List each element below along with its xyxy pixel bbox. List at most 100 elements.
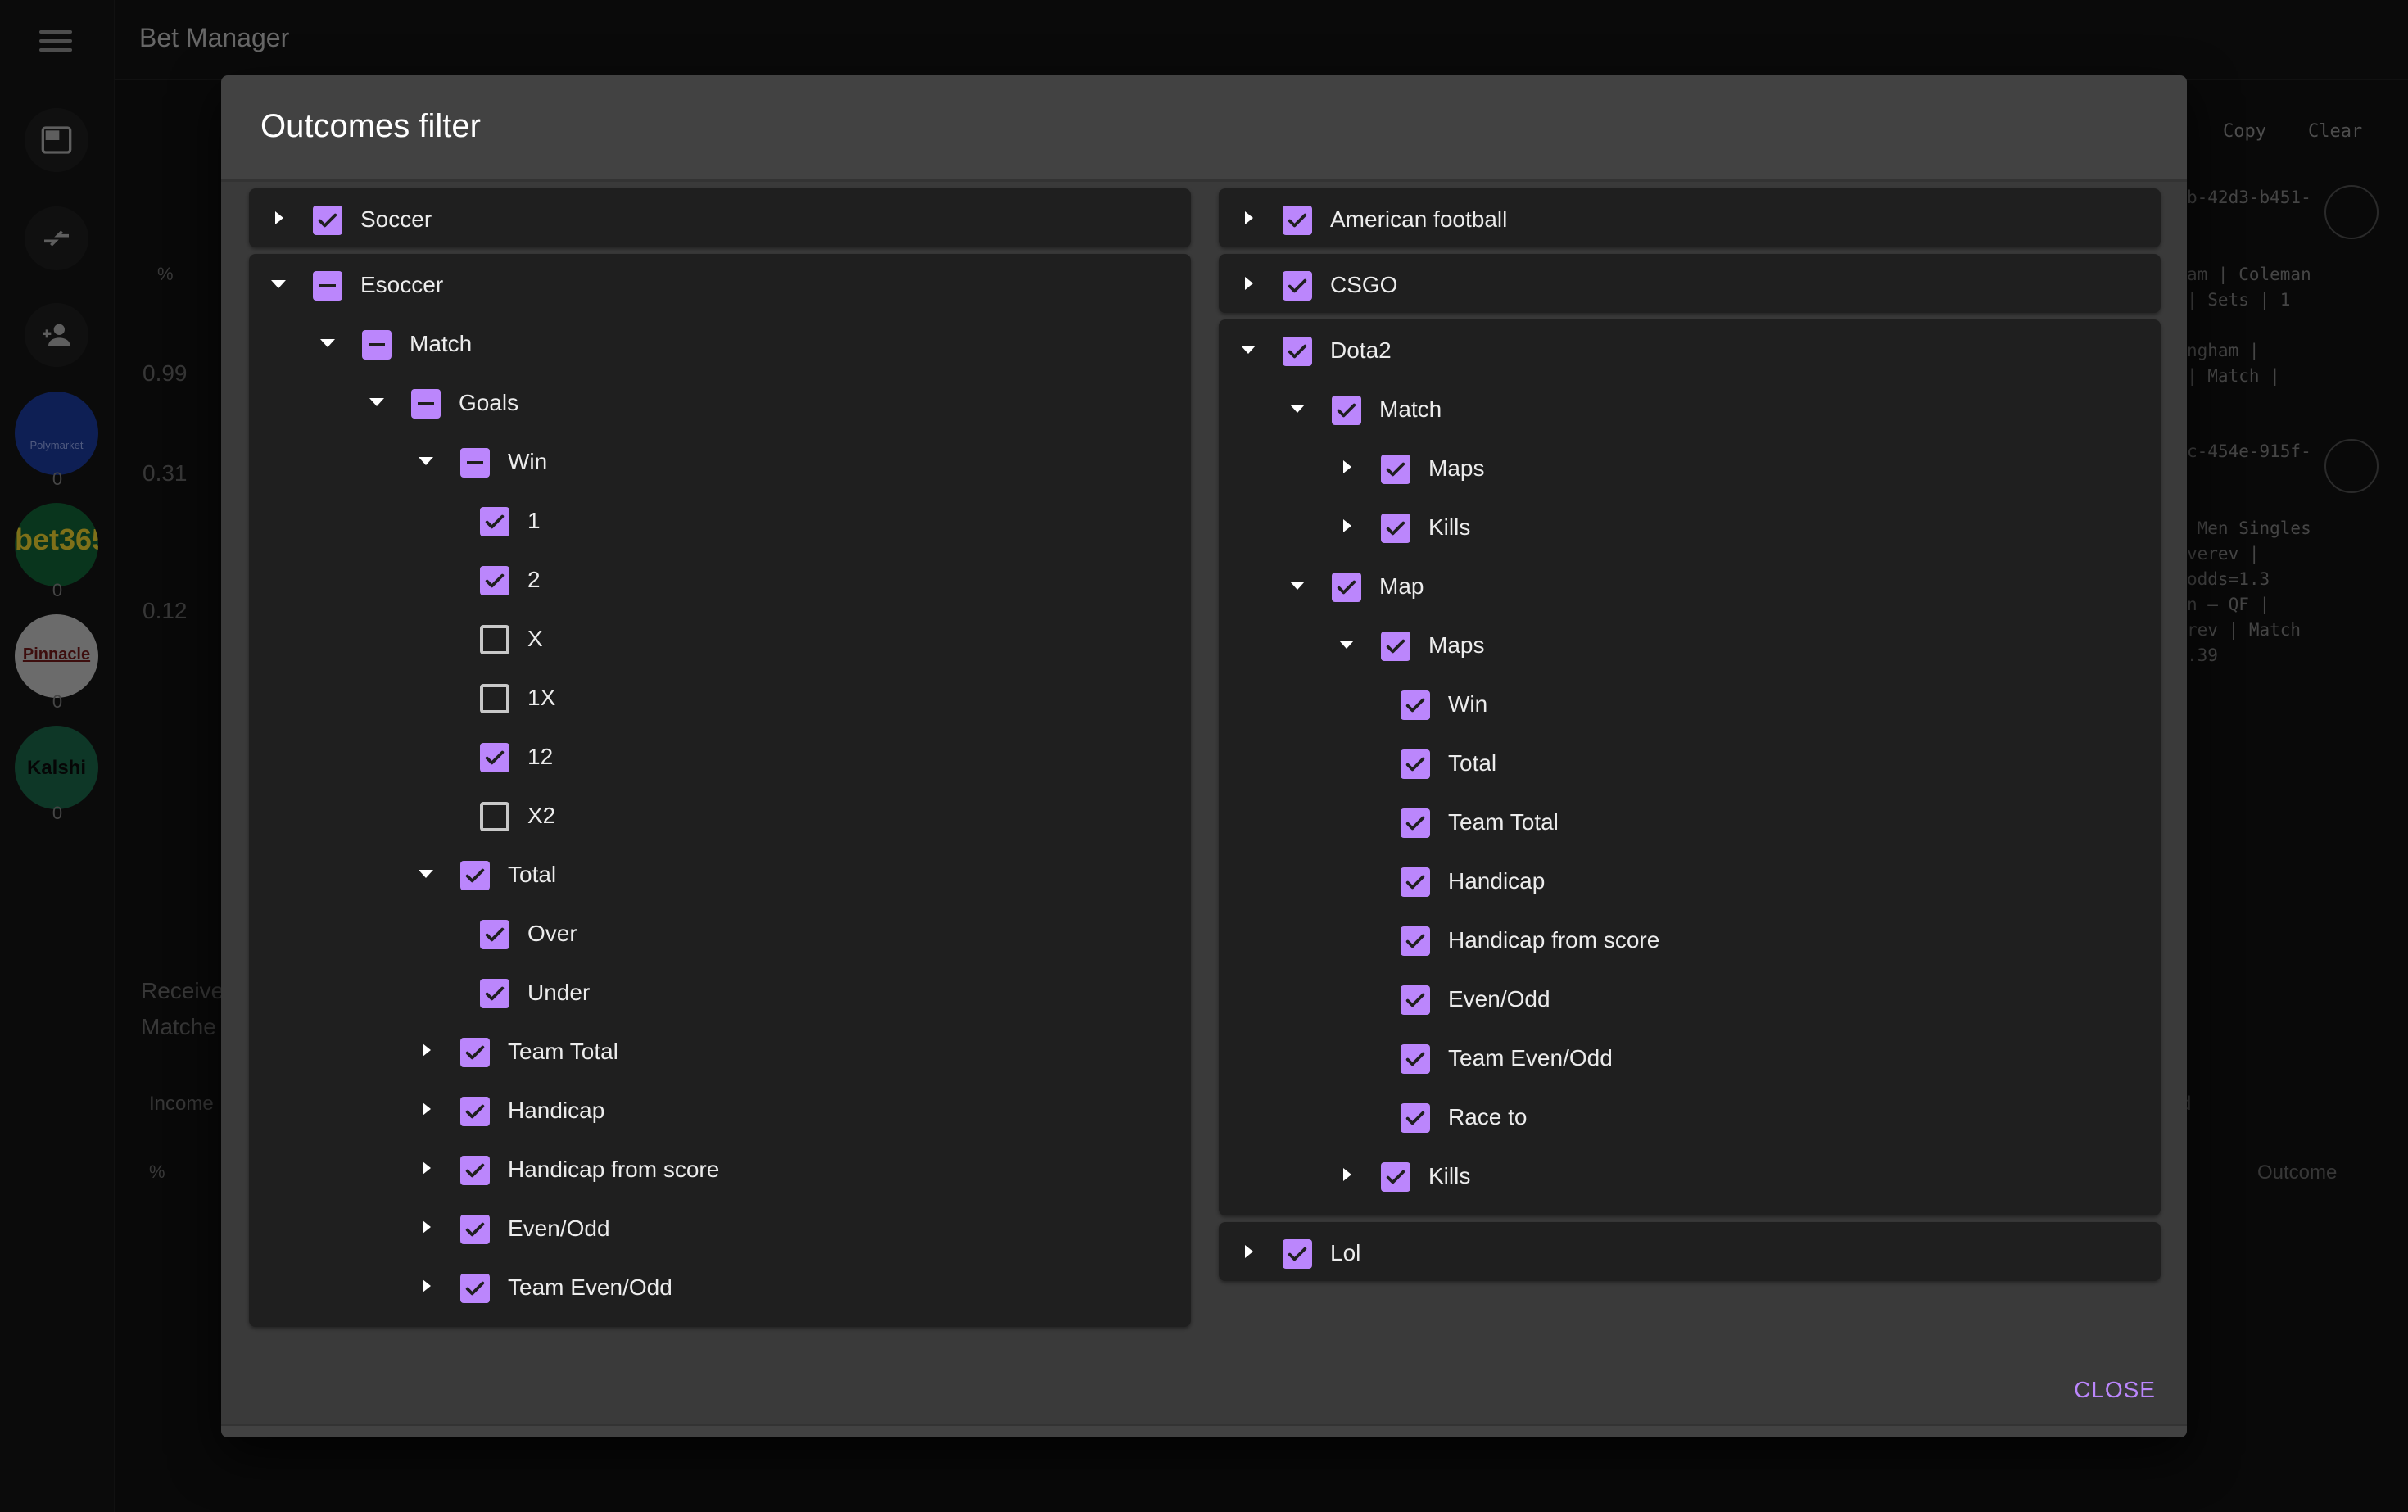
expand-arrow-icon[interactable] (416, 1099, 436, 1119)
checkbox-checked-icon[interactable] (1401, 926, 1430, 956)
collapse-arrow-icon[interactable] (1238, 339, 1258, 359)
tree-node-over[interactable]: Over (249, 903, 1191, 962)
tree-node-1[interactable]: 1 (249, 490, 1191, 549)
close-button[interactable]: CLOSE (2074, 1377, 2156, 1403)
tree-node-even-odd[interactable]: Even/Odd (1219, 968, 2161, 1027)
tree-panel: Esoccer Match Goals Win 1 2 X 1X 12 X2 Total Over Un… (249, 254, 1191, 1327)
tree-node-x[interactable]: X (249, 608, 1191, 667)
collapse-arrow-icon[interactable] (269, 274, 288, 293)
right-tree-column: American football CSGO Dota2 Match Maps Kills… (1219, 182, 2161, 1281)
checkbox-checked-icon[interactable] (480, 566, 509, 595)
collapse-arrow-icon[interactable] (416, 450, 436, 470)
expand-arrow-icon[interactable] (416, 1158, 436, 1178)
checkbox-checked-icon[interactable] (1283, 271, 1312, 301)
tree-node-team-total[interactable]: Team Total (1219, 791, 2161, 850)
checkbox-checked-icon[interactable] (1381, 455, 1410, 484)
checkbox-indeterminate-icon[interactable] (411, 389, 441, 419)
expand-arrow-icon[interactable] (1337, 516, 1356, 536)
checkbox-checked-icon[interactable] (480, 979, 509, 1008)
checkbox-checked-icon[interactable] (1283, 337, 1312, 366)
collapse-arrow-icon[interactable] (318, 333, 337, 352)
checkbox-checked-icon[interactable] (1401, 749, 1430, 779)
checkbox-checked-icon[interactable] (313, 206, 342, 235)
tree-node-handicap[interactable]: Handicap (1219, 850, 2161, 909)
expand-arrow-icon[interactable] (1238, 1242, 1258, 1261)
tree-node-match[interactable]: Match (249, 313, 1191, 372)
tree-node-esoccer[interactable]: Esoccer (249, 254, 1191, 313)
expand-arrow-icon[interactable] (1337, 1165, 1356, 1184)
tree-node-handicap-from-score[interactable]: Handicap from score (249, 1139, 1191, 1197)
checkbox-checked-icon[interactable] (1401, 690, 1430, 720)
dialog-body[interactable]: Soccer Esoccer Match Goals Win 1 2 X 1X 12 X2 Total… (221, 179, 2187, 1426)
checkbox-checked-icon[interactable] (1332, 573, 1361, 602)
checkbox-indeterminate-icon[interactable] (313, 271, 342, 301)
tree-node-1x[interactable]: 1X (249, 667, 1191, 726)
checkbox-checked-icon[interactable] (1401, 1044, 1430, 1074)
checkbox-checked-icon[interactable] (1381, 514, 1410, 543)
tree-node-american-football[interactable]: American football (1219, 188, 2161, 247)
checkbox-checked-icon[interactable] (1401, 808, 1430, 838)
tree-node-soccer[interactable]: Soccer (249, 188, 1191, 247)
checkbox-checked-icon[interactable] (460, 1274, 490, 1303)
tree-node-lol[interactable]: Lol (1219, 1222, 2161, 1281)
tree-node-even-odd[interactable]: Even/Odd (249, 1197, 1191, 1256)
expand-arrow-icon[interactable] (1238, 274, 1258, 293)
checkbox-unchecked-icon[interactable] (480, 802, 509, 831)
collapse-arrow-icon[interactable] (367, 392, 387, 411)
checkbox-checked-icon[interactable] (460, 861, 490, 890)
tree-node-total[interactable]: Total (1219, 732, 2161, 791)
checkbox-checked-icon[interactable] (1401, 985, 1430, 1015)
checkbox-checked-icon[interactable] (460, 1215, 490, 1244)
checkbox-checked-icon[interactable] (1401, 867, 1430, 897)
tree-node-handicap[interactable]: Handicap (249, 1080, 1191, 1139)
checkbox-checked-icon[interactable] (460, 1097, 490, 1126)
checkbox-checked-icon[interactable] (460, 1038, 490, 1067)
checkbox-indeterminate-icon[interactable] (460, 448, 490, 478)
tree-node-label: Esoccer (360, 272, 444, 297)
checkbox-checked-icon[interactable] (1401, 1103, 1430, 1133)
tree-node-handicap-from-score[interactable]: Handicap from score (1219, 909, 2161, 968)
tree-node-win[interactable]: Win (249, 431, 1191, 490)
collapse-arrow-icon[interactable] (1337, 634, 1356, 654)
tree-node-win[interactable]: Win (1219, 673, 2161, 732)
tree-node-dota2[interactable]: Dota2 (1219, 319, 2161, 378)
checkbox-indeterminate-icon[interactable] (362, 330, 392, 360)
checkbox-checked-icon[interactable] (460, 1156, 490, 1185)
tree-node-maps[interactable]: Maps (1219, 437, 2161, 496)
checkbox-checked-icon[interactable] (1283, 206, 1312, 235)
tree-node-team-even-odd[interactable]: Team Even/Odd (1219, 1027, 2161, 1086)
checkbox-unchecked-icon[interactable] (480, 684, 509, 713)
collapse-arrow-icon[interactable] (1288, 575, 1307, 595)
expand-arrow-icon[interactable] (416, 1276, 436, 1296)
checkbox-checked-icon[interactable] (1283, 1239, 1312, 1269)
tree-node-race-to[interactable]: Race to (1219, 1086, 2161, 1145)
collapse-arrow-icon[interactable] (416, 863, 436, 883)
checkbox-checked-icon[interactable] (480, 920, 509, 949)
tree-node-2[interactable]: 2 (249, 549, 1191, 608)
tree-node-goals[interactable]: Goals (249, 372, 1191, 431)
tree-node-team-total[interactable]: Team Total (249, 1021, 1191, 1080)
tree-node-csgo[interactable]: CSGO (1219, 254, 2161, 313)
checkbox-checked-icon[interactable] (480, 743, 509, 772)
checkbox-checked-icon[interactable] (1381, 1162, 1410, 1192)
tree-node-total[interactable]: Total (249, 844, 1191, 903)
expand-arrow-icon[interactable] (269, 208, 288, 228)
tree-node-kills[interactable]: Kills (1219, 496, 2161, 555)
checkbox-checked-icon[interactable] (1381, 632, 1410, 661)
tree-node-map[interactable]: Map (1219, 555, 2161, 614)
checkbox-unchecked-icon[interactable] (480, 625, 509, 654)
tree-node-kills[interactable]: Kills (1219, 1145, 2161, 1204)
tree-node-maps[interactable]: Maps (1219, 614, 2161, 673)
tree-node-12[interactable]: 12 (249, 726, 1191, 785)
checkbox-checked-icon[interactable] (1332, 396, 1361, 425)
checkbox-checked-icon[interactable] (480, 507, 509, 536)
tree-node-under[interactable]: Under (249, 962, 1191, 1021)
expand-arrow-icon[interactable] (416, 1040, 436, 1060)
tree-node-team-even-odd[interactable]: Team Even/Odd (249, 1256, 1191, 1315)
collapse-arrow-icon[interactable] (1288, 398, 1307, 418)
expand-arrow-icon[interactable] (416, 1217, 436, 1237)
expand-arrow-icon[interactable] (1238, 208, 1258, 228)
expand-arrow-icon[interactable] (1337, 457, 1356, 477)
tree-node-match[interactable]: Match (1219, 378, 2161, 437)
tree-node-x2[interactable]: X2 (249, 785, 1191, 844)
